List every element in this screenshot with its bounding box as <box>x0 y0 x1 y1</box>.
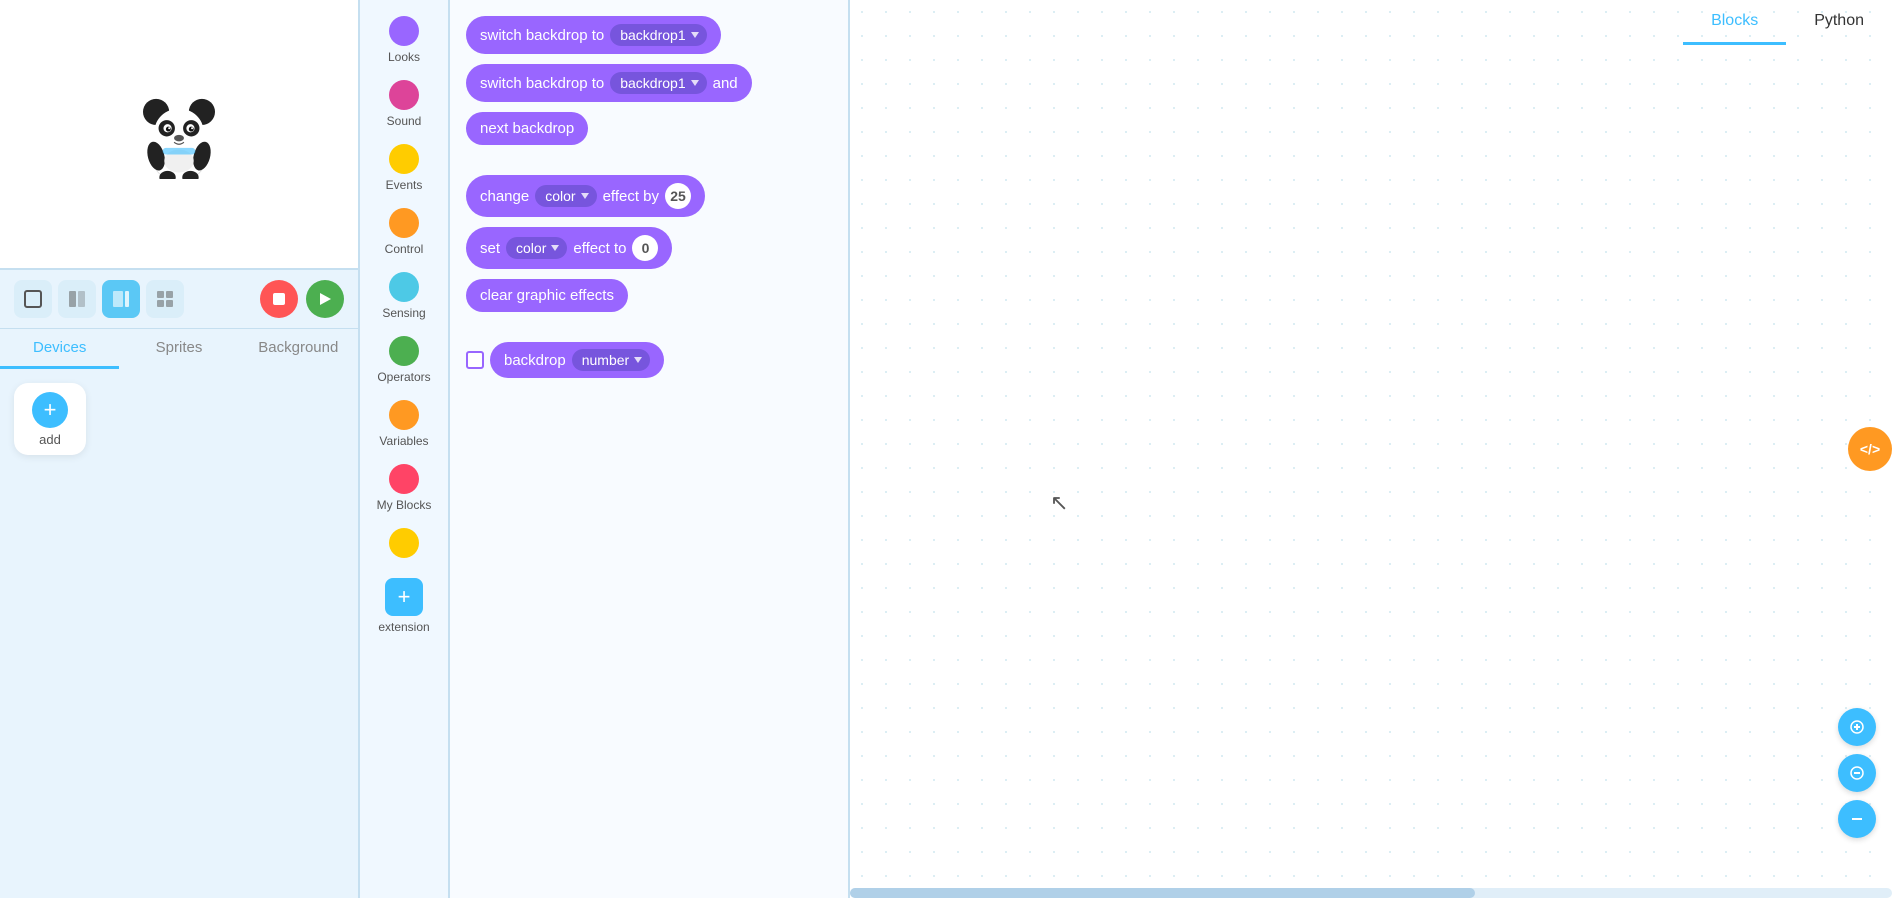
number-dropdown[interactable]: number <box>572 349 650 371</box>
backdrop-reporter-row: backdrop number <box>466 342 832 378</box>
variables-circle <box>389 400 419 430</box>
change-effect-block[interactable]: change color effect by 25 <box>466 175 705 217</box>
sound-label: Sound <box>387 114 422 128</box>
view-grid-btn[interactable] <box>146 280 184 318</box>
category-extension[interactable]: + extension <box>364 572 444 640</box>
tab-blocks[interactable]: Blocks <box>1683 0 1786 45</box>
action-buttons <box>260 280 344 318</box>
spacer2 <box>466 322 832 332</box>
tab-background[interactable]: Background <box>239 329 358 369</box>
category-sensing[interactable]: Sensing <box>364 266 444 326</box>
backdrop1-wait-dropdown[interactable]: backdrop1 <box>610 72 706 94</box>
workspace[interactable]: Blocks Python </> ↖ <box>850 0 1892 898</box>
color-arrow-icon <box>581 193 589 199</box>
and-text: and <box>713 75 738 92</box>
operators-circle <box>389 336 419 366</box>
color-dropdown-1[interactable]: color <box>535 185 596 207</box>
left-panel: Devices Sprites Background + add <box>0 0 360 898</box>
control-label: Control <box>385 242 424 256</box>
top-right-tabs: Blocks Python <box>1683 0 1892 45</box>
cursor-indicator: ↖ <box>1050 490 1068 516</box>
devices-content: + add <box>0 369 358 898</box>
myblocks-label: My Blocks <box>377 498 432 512</box>
tab-devices[interactable]: Devices <box>0 329 119 369</box>
effect-to-text: effect to <box>573 240 626 257</box>
tab-sprites[interactable]: Sprites <box>119 329 238 369</box>
scrollbar-thumb <box>850 888 1475 898</box>
zoom-reset-button[interactable] <box>1838 800 1876 838</box>
category-myblocks[interactable]: My Blocks <box>364 458 444 518</box>
switch-backdrop-wait-text: switch backdrop to <box>480 75 604 92</box>
category-control[interactable]: Control <box>364 202 444 262</box>
category-extra[interactable] <box>364 522 444 568</box>
set-text: set <box>480 240 500 257</box>
switch-backdrop-block[interactable]: switch backdrop to backdrop1 <box>466 16 721 54</box>
add-device-button[interactable]: + add <box>14 383 86 455</box>
dropdown-arrow-icon <box>691 32 699 38</box>
clear-effects-text: clear graphic effects <box>480 287 614 304</box>
events-circle <box>389 144 419 174</box>
backdrop-reporter-block[interactable]: backdrop number <box>490 342 664 378</box>
color-dropdown-2[interactable]: color <box>506 237 567 259</box>
control-circle <box>389 208 419 238</box>
variables-label: Variables <box>379 434 428 448</box>
zoom-out-button[interactable] <box>1838 754 1876 792</box>
value-25[interactable]: 25 <box>665 183 691 209</box>
category-variables[interactable]: Variables <box>364 394 444 454</box>
value-0[interactable]: 0 <box>632 235 658 261</box>
view-controls <box>0 270 358 329</box>
extension-label: extension <box>378 620 429 634</box>
code-icon-button[interactable]: </> <box>1848 427 1892 471</box>
backdrop1-dropdown[interactable]: backdrop1 <box>610 24 706 46</box>
zoom-in-button[interactable] <box>1838 708 1876 746</box>
switch-backdrop-text: switch backdrop to <box>480 27 604 44</box>
view-buttons <box>14 280 184 318</box>
sprite-preview <box>0 0 358 270</box>
sound-circle <box>389 80 419 110</box>
add-label: add <box>39 432 61 447</box>
category-looks[interactable]: Looks <box>364 10 444 70</box>
view-full-btn[interactable] <box>14 280 52 318</box>
next-backdrop-text: next backdrop <box>480 120 574 137</box>
panda-sprite <box>134 89 224 179</box>
sensing-label: Sensing <box>382 306 425 320</box>
looks-circle <box>389 16 419 46</box>
add-circle-icon: + <box>32 392 68 428</box>
effect-by-text: effect by <box>603 188 659 205</box>
operators-label: Operators <box>377 370 430 384</box>
extra-circle <box>389 528 419 558</box>
category-sound[interactable]: Sound <box>364 74 444 134</box>
myblocks-circle <box>389 464 419 494</box>
view-code-btn[interactable] <box>102 280 140 318</box>
backdrop-text: backdrop <box>504 352 566 369</box>
number-arrow-icon <box>634 357 642 363</box>
looks-label: Looks <box>388 50 420 64</box>
tab-python[interactable]: Python <box>1786 0 1892 45</box>
view-split-btn[interactable] <box>58 280 96 318</box>
extension-icon: + <box>385 578 423 616</box>
color-arrow2-icon <box>551 245 559 251</box>
category-operators[interactable]: Operators <box>364 330 444 390</box>
change-text: change <box>480 188 529 205</box>
spacer1 <box>466 155 832 165</box>
sensing-circle <box>389 272 419 302</box>
run-button[interactable] <box>306 280 344 318</box>
next-backdrop-block[interactable]: next backdrop <box>466 112 588 145</box>
blocks-panel: switch backdrop to backdrop1 switch back… <box>450 0 850 898</box>
dropdown-arrow2-icon <box>691 80 699 86</box>
set-effect-block[interactable]: set color effect to 0 <box>466 227 672 269</box>
stop-button[interactable] <box>260 280 298 318</box>
workspace-scrollbar[interactable] <box>850 888 1892 898</box>
switch-backdrop-wait-block[interactable]: switch backdrop to backdrop1 and <box>466 64 752 102</box>
tabs-row: Devices Sprites Background <box>0 329 358 369</box>
backdrop-checkbox[interactable] <box>466 351 484 369</box>
zoom-controls <box>1838 708 1876 838</box>
clear-effects-block[interactable]: clear graphic effects <box>466 279 628 312</box>
category-panel: Looks Sound Events Control Sensing Opera… <box>360 0 450 898</box>
events-label: Events <box>386 178 423 192</box>
category-events[interactable]: Events <box>364 138 444 198</box>
